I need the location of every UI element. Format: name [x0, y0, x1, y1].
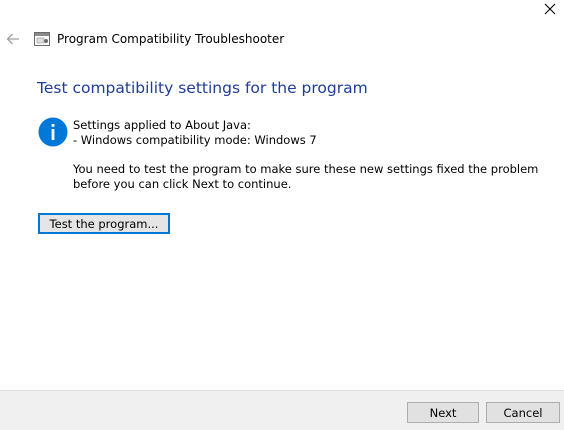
next-button[interactable]: Next [407, 402, 479, 423]
troubleshooter-window: Program Compatibility Troubleshooter Tes… [0, 0, 564, 430]
test-instruction-text: You need to test the program to make sur… [73, 162, 539, 191]
test-program-button[interactable]: Test the program... [38, 213, 170, 234]
cancel-button[interactable]: Cancel [486, 402, 560, 423]
window-title: Program Compatibility Troubleshooter [57, 32, 285, 46]
close-icon [544, 3, 556, 15]
footer-bar: Next Cancel [0, 390, 564, 430]
page-heading: Test compatibility settings for the prog… [37, 79, 368, 97]
compatibility-mode-text: - Windows compatibility mode: Windows 7 [73, 133, 317, 147]
close-button[interactable] [536, 0, 564, 18]
troubleshooter-app-icon [34, 32, 50, 46]
back-arrow-icon [6, 33, 19, 45]
settings-applied-text: Settings applied to About Java: [73, 118, 251, 132]
back-button[interactable] [4, 30, 22, 48]
info-icon [38, 117, 68, 147]
